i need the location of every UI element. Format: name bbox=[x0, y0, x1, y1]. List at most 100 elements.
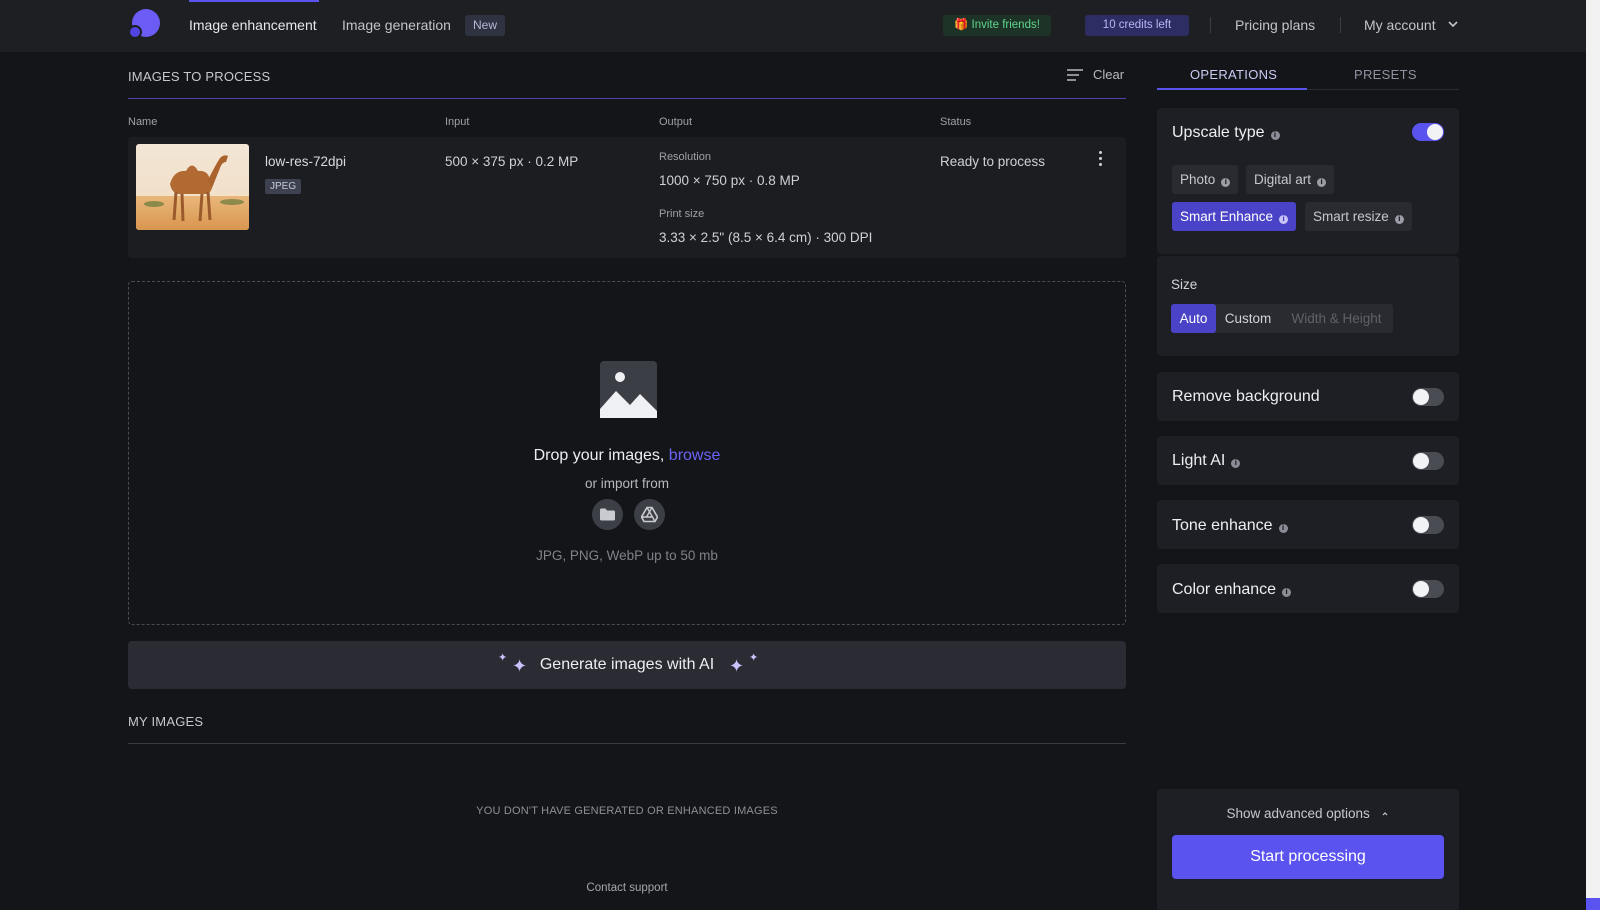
toggle-knob bbox=[1413, 389, 1429, 405]
remove-background-label: Remove background bbox=[1172, 388, 1320, 405]
empty-state-message: YOU DON'T HAVE GENERATED OR ENHANCED IMA… bbox=[476, 805, 778, 817]
import-from-label: or import from bbox=[584, 476, 669, 491]
light-ai-label: Light AI bbox=[1172, 452, 1226, 469]
import-google-drive-button[interactable] bbox=[634, 499, 665, 530]
show-advanced-options-button[interactable]: Show advanced options bbox=[1157, 806, 1459, 821]
toggle-knob bbox=[1427, 124, 1443, 140]
info-icon[interactable]: i bbox=[1231, 459, 1241, 468]
nav-image-enhancement[interactable]: Image enhancement bbox=[189, 17, 317, 33]
column-header-output: Output bbox=[659, 116, 693, 128]
status-text: Ready to process bbox=[940, 154, 1046, 169]
info-icon[interactable]: i bbox=[1282, 588, 1292, 597]
active-tab-indicator bbox=[1157, 88, 1307, 90]
generate-with-ai-label: Generate images with AI bbox=[539, 656, 715, 673]
chip-label: Smart Enhance bbox=[1180, 209, 1274, 224]
info-icon[interactable]: i bbox=[1317, 178, 1327, 187]
section-divider bbox=[128, 98, 1126, 99]
file-name: low-res-72dpi bbox=[265, 154, 347, 169]
info-icon[interactable]: i bbox=[1278, 524, 1288, 533]
info-icon[interactable]: i bbox=[1221, 178, 1231, 187]
upscale-option-digital-art[interactable]: Digital art i bbox=[1246, 165, 1335, 194]
remove-background-toggle[interactable] bbox=[1412, 388, 1444, 406]
output-resolution: 1000 × 750 px · 0.8 MP bbox=[659, 173, 800, 188]
upscale-option-smart-resize[interactable]: Smart resize i bbox=[1305, 202, 1412, 231]
scrollbar[interactable] bbox=[1586, 0, 1600, 910]
section-divider bbox=[128, 743, 1126, 744]
my-account-menu[interactable]: My account bbox=[1364, 17, 1436, 33]
toggle-knob bbox=[1413, 581, 1429, 597]
folder-icon bbox=[600, 508, 615, 521]
size-option-custom[interactable]: Custom bbox=[1216, 304, 1280, 333]
upscale-type-card: Upscale type i Photo i Digital art i Smart … bbox=[1157, 108, 1459, 254]
chip-label: Smart resize bbox=[1313, 209, 1389, 224]
chevron-down-icon[interactable] bbox=[1447, 18, 1459, 30]
size-selector: Auto Custom Width & Height bbox=[1171, 304, 1393, 333]
sparkle-icon: ✦ bbox=[729, 656, 745, 676]
tone-enhance-toggle[interactable] bbox=[1412, 516, 1444, 534]
size-label: Size bbox=[1171, 277, 1198, 292]
chip-label: Digital art bbox=[1254, 172, 1312, 187]
image-thumbnail[interactable] bbox=[136, 144, 249, 230]
clear-label: Clear bbox=[1093, 67, 1125, 82]
tab-presets[interactable]: PRESETS bbox=[1354, 67, 1417, 82]
tab-operations[interactable]: OPERATIONS bbox=[1190, 67, 1277, 82]
color-enhance-title: Color enhance i bbox=[1172, 581, 1292, 599]
info-icon[interactable]: i bbox=[1270, 131, 1280, 140]
active-nav-indicator bbox=[189, 0, 319, 2]
tone-enhance-card: Tone enhance i bbox=[1157, 500, 1459, 549]
print-size-label: Print size bbox=[659, 208, 705, 220]
light-ai-card: Light AI i bbox=[1157, 436, 1459, 485]
upscale-option-photo[interactable]: Photo i bbox=[1172, 165, 1239, 194]
column-header-input: Input bbox=[445, 116, 470, 128]
resolution-label: Resolution bbox=[659, 151, 711, 163]
upscale-type-title: Upscale type i bbox=[1172, 124, 1280, 142]
my-images-title: MY IMAGES bbox=[128, 714, 204, 729]
chevron-up-icon bbox=[1382, 812, 1387, 816]
column-header-status: Status bbox=[940, 116, 972, 128]
color-enhance-card: Color enhance i bbox=[1157, 564, 1459, 613]
google-drive-icon bbox=[641, 506, 658, 523]
nav-divider bbox=[1210, 17, 1211, 33]
tone-enhance-label: Tone enhance bbox=[1172, 517, 1273, 534]
top-navigation: Image enhancement Image generation New 🎁… bbox=[0, 0, 1586, 52]
color-enhance-toggle[interactable] bbox=[1412, 580, 1444, 598]
color-enhance-label: Color enhance bbox=[1172, 581, 1277, 598]
generate-with-ai-button[interactable]: ✦ ✦ Generate images with AI ✦ ✦ bbox=[128, 641, 1126, 689]
size-option-width-height: Width & Height bbox=[1291, 311, 1382, 326]
contact-support-link[interactable]: Contact support bbox=[128, 882, 1126, 894]
upscale-toggle[interactable] bbox=[1412, 123, 1444, 141]
size-option-auto[interactable]: Auto bbox=[1171, 304, 1216, 333]
info-icon[interactable]: i bbox=[1394, 215, 1404, 224]
import-folder-button[interactable] bbox=[592, 499, 623, 530]
nav-divider bbox=[1340, 17, 1341, 33]
drop-zone[interactable]: Drop your images, browse or import from … bbox=[128, 281, 1126, 625]
process-footer: Show advanced options Start processing bbox=[1157, 789, 1459, 910]
advanced-options-label: Show advanced options bbox=[1226, 806, 1370, 821]
browse-link[interactable]: browse bbox=[669, 447, 721, 464]
app-logo[interactable] bbox=[128, 9, 160, 41]
column-header-name: Name bbox=[128, 116, 158, 128]
pricing-plans-link[interactable]: Pricing plans bbox=[1235, 17, 1315, 33]
image-placeholder-icon bbox=[600, 361, 657, 418]
scrollbar-corner bbox=[1586, 898, 1600, 910]
invite-friends-button[interactable]: 🎁 Invite friends! bbox=[943, 15, 1051, 36]
toggle-knob bbox=[1413, 453, 1429, 469]
images-to-process-title: IMAGES TO PROCESS bbox=[128, 69, 271, 84]
credits-badge[interactable]: 10 credits left bbox=[1085, 15, 1189, 36]
nav-image-generation[interactable]: Image generation bbox=[342, 17, 451, 33]
info-icon[interactable]: i bbox=[1279, 215, 1289, 224]
upscale-option-smart-enhance[interactable]: Smart Enhance i bbox=[1172, 202, 1297, 231]
remove-background-card: Remove background bbox=[1157, 372, 1459, 421]
chip-label: Photo bbox=[1180, 172, 1216, 187]
start-processing-button[interactable]: Start processing bbox=[1172, 835, 1444, 879]
file-format-badge: JPEG bbox=[265, 179, 302, 194]
light-ai-title: Light AI i bbox=[1172, 452, 1241, 470]
toggle-knob bbox=[1413, 517, 1429, 533]
new-badge: New bbox=[465, 15, 506, 36]
drop-prompt: Drop your images, browse bbox=[129, 447, 1125, 465]
light-ai-toggle[interactable] bbox=[1412, 452, 1444, 470]
more-options-icon[interactable] bbox=[1099, 151, 1103, 167]
upscale-type-label: Upscale type bbox=[1172, 124, 1265, 141]
tone-enhance-title: Tone enhance i bbox=[1172, 517, 1288, 535]
sparkle-icon: ✦ bbox=[749, 652, 759, 664]
